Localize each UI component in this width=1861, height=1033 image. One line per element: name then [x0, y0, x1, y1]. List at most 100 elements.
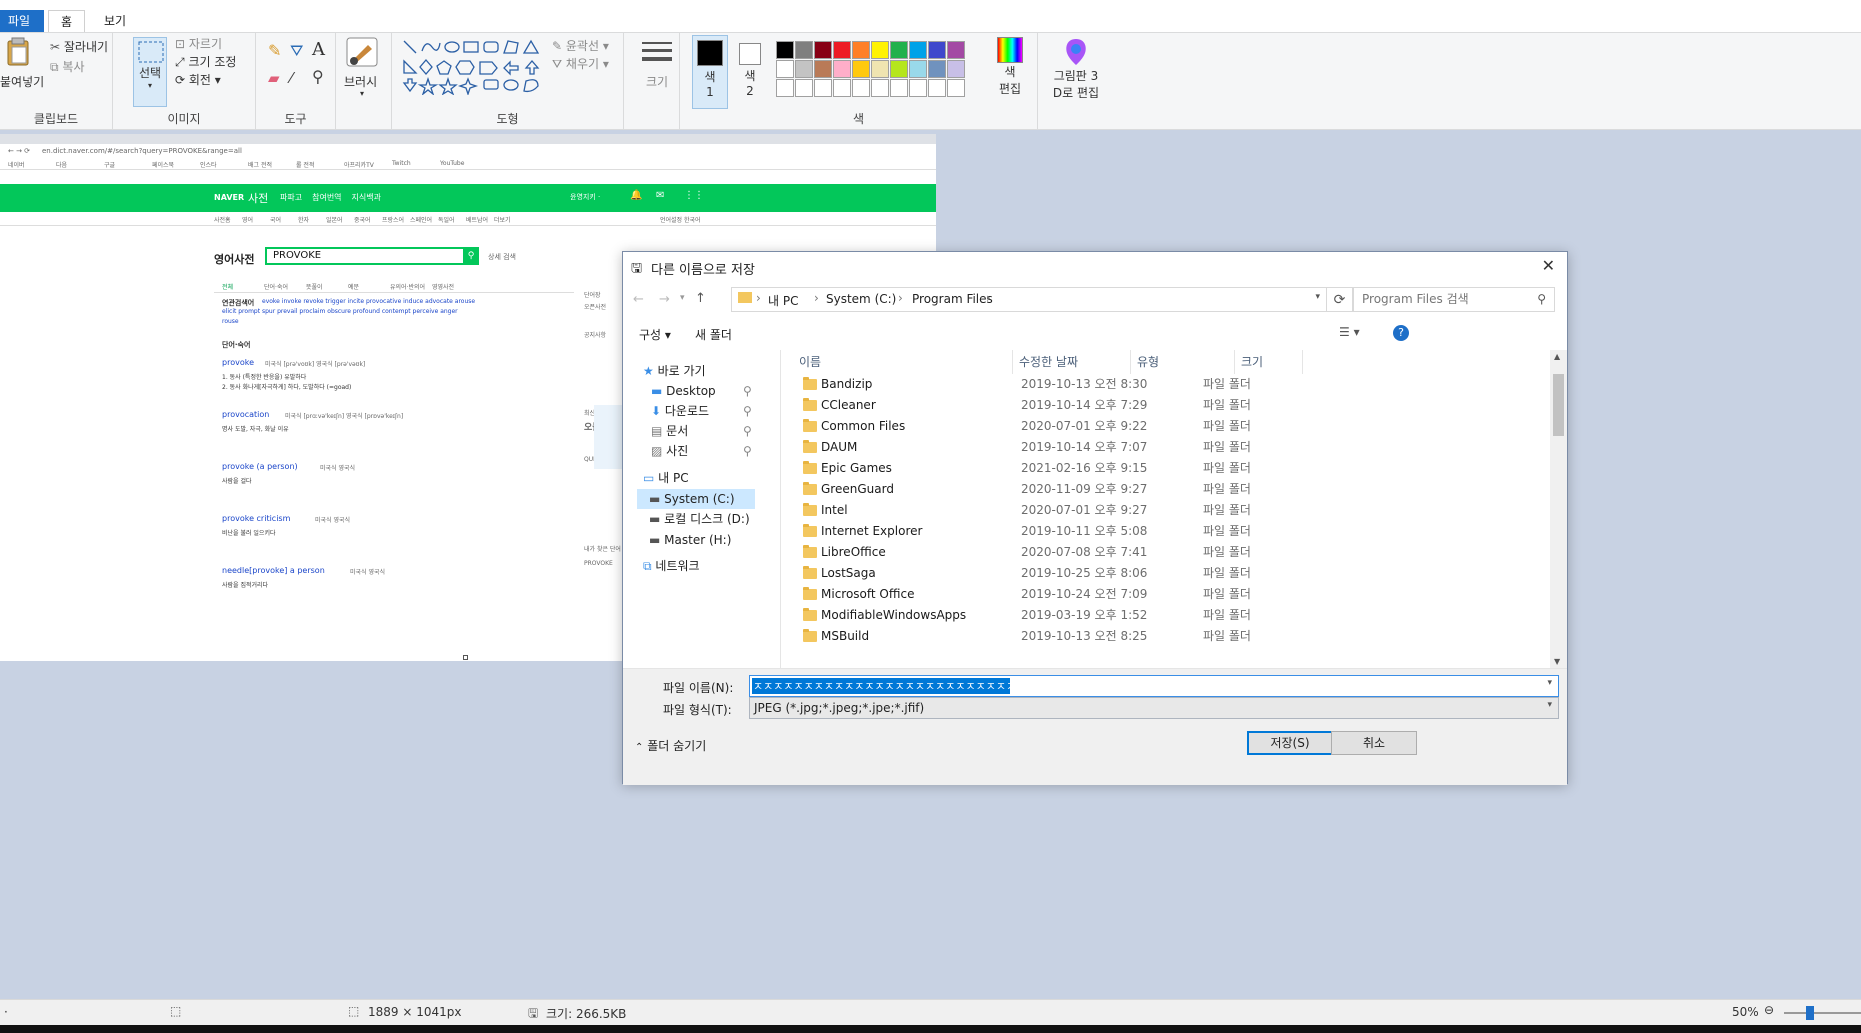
rotate-button[interactable]: ⟳ 회전 ▾ [175, 71, 221, 88]
color-swatch[interactable] [928, 41, 946, 59]
color-swatch[interactable] [776, 41, 794, 59]
copy-button[interactable]: ⧉ 복사 [50, 58, 85, 75]
cancel-button[interactable]: 취소 [1331, 731, 1417, 755]
tab-view[interactable]: 보기 [92, 10, 138, 32]
chevron-down-icon[interactable]: ▾ [1547, 700, 1552, 710]
nav-downloads[interactable]: ⬇ 다운로드 ⚲ [651, 401, 761, 421]
nav-documents[interactable]: ▤ 문서 ⚲ [651, 421, 761, 441]
save-button[interactable]: 저장(S) [1247, 731, 1333, 755]
sidebar-item[interactable]: PROVOKE [584, 560, 613, 567]
color-swatch[interactable] [909, 79, 927, 97]
nav-thispc[interactable]: ▭ 내 PC [643, 468, 689, 488]
color-swatch[interactable] [871, 41, 889, 59]
subnav-item[interactable]: 국어 [270, 215, 281, 224]
color-swatch[interactable] [909, 41, 927, 59]
nav-quick-access[interactable]: ★ 바로 가기 [643, 361, 706, 381]
subnav-item[interactable]: 프랑스어 [382, 215, 404, 224]
sidebar-item[interactable]: 공지사항 [584, 330, 606, 339]
zoom-slider[interactable] [1784, 1006, 1861, 1020]
address-bar[interactable]: › 내 PC › System (C:) › Program Files › ▾ [731, 287, 1327, 312]
bookmark-item[interactable]: 다음 [56, 160, 67, 169]
bookmark-item[interactable]: YouTube [440, 160, 464, 167]
select-button[interactable]: 선택 ▾ [133, 37, 167, 107]
color-swatch[interactable] [814, 79, 832, 97]
bookmark-item[interactable]: 네이버 [8, 160, 25, 169]
color-swatch[interactable] [852, 41, 870, 59]
entry-word[interactable]: provocation [222, 410, 269, 419]
related-words-1[interactable]: evoke invoke revoke trigger incite provo… [262, 298, 475, 305]
result-tab[interactable]: 유의어·반의어 [390, 282, 425, 291]
color-swatch[interactable] [947, 41, 965, 59]
file-row[interactable]: Microsoft Office 2019-10-24 오전 7:09 파일 폴더 [783, 584, 1553, 605]
back-arrow-icon[interactable]: ← [633, 292, 644, 307]
file-row[interactable]: Intel 2020-07-01 오후 9:27 파일 폴더 [783, 500, 1553, 521]
view-options-icon[interactable]: ☰ ▾ [1339, 325, 1360, 339]
scroll-down-icon[interactable]: ▼ [1554, 657, 1560, 666]
bookmark-item[interactable]: 배그 전적 [248, 160, 272, 169]
subnav-item[interactable]: 사전홈 [214, 215, 231, 224]
color-picker-icon[interactable]: ⁄ [290, 69, 293, 87]
color-swatch[interactable] [814, 41, 832, 59]
subnav-item[interactable]: 스페인어 [410, 215, 432, 224]
filename-input[interactable]: ㅈㅈㅈㅈㅈㅈㅈㅈㅈㅈㅈㅈㅈㅈㅈㅈㅈㅈㅈㅈㅈㅈㅈㅈㅈㅈㅈ ▾ [749, 675, 1559, 697]
subnav-item[interactable]: 독일어 [438, 215, 455, 224]
file-row[interactable]: LostSaga 2019-10-25 오후 8:06 파일 폴더 [783, 563, 1553, 584]
bookmark-item[interactable]: 구글 [104, 160, 115, 169]
crop-button[interactable]: ⊡ 자르기 [175, 35, 222, 52]
color-swatch[interactable] [833, 41, 851, 59]
naver-nav-item[interactable]: 파파고 [280, 193, 302, 202]
new-folder-button[interactable]: 새 폴더 [695, 326, 732, 343]
eraser-icon[interactable]: ▰ [268, 69, 280, 87]
result-tab[interactable]: 예문 [348, 282, 359, 291]
dict-search-box[interactable]: PROVOKE [265, 247, 478, 265]
edit-with-paint3d-button[interactable]: 그림판 3 D로 편집 [1044, 37, 1108, 101]
color-swatch[interactable] [795, 41, 813, 59]
nav-master-h[interactable]: ▬ Master (H:) [649, 530, 731, 550]
sidebar-item[interactable]: 오픈사전 [584, 302, 606, 311]
color-swatch[interactable] [871, 79, 889, 97]
breadcrumb-c[interactable]: System (C:) [826, 292, 896, 306]
color-swatch[interactable] [890, 79, 908, 97]
color-swatch[interactable] [928, 60, 946, 78]
fill-bucket-icon[interactable]: ⛛ [290, 41, 303, 61]
entry-word[interactable]: provoke criticism [222, 514, 290, 523]
column-size[interactable]: 크기 [1235, 350, 1303, 374]
color1-button[interactable]: 색 1 [692, 35, 728, 109]
file-row[interactable]: Epic Games 2021-02-16 오후 9:15 파일 폴더 [783, 458, 1553, 479]
zoom-slider-thumb[interactable] [1806, 1006, 1814, 1020]
color2-button[interactable]: 색 2 [734, 35, 766, 109]
column-type[interactable]: 유형 [1131, 350, 1235, 374]
nav-network[interactable]: ⧉ 네트워크 [643, 556, 700, 576]
brushes-button[interactable] [346, 37, 378, 67]
cut-button[interactable]: ✂ 잘라내기 [50, 38, 108, 55]
file-row[interactable]: Bandizip 2019-10-13 오전 8:30 파일 폴더 [783, 374, 1553, 395]
dict-search-button[interactable]: ⚲ [463, 247, 479, 265]
subnav-item[interactable]: 일본어 [326, 215, 343, 224]
result-tab[interactable]: 단어·숙어 [264, 282, 288, 291]
outline-button[interactable]: ✎ 윤곽선 ▾ [552, 37, 609, 54]
hide-folders-toggle[interactable]: ⌃ 폴더 숨기기 [635, 737, 706, 754]
nav-pictures[interactable]: ▨ 사진 ⚲ [651, 441, 761, 461]
subnav-item[interactable]: 한자 [298, 215, 309, 224]
color-swatch[interactable] [890, 41, 908, 59]
color-swatch[interactable] [871, 60, 889, 78]
column-name[interactable]: 이름 [793, 350, 1013, 374]
up-arrow-icon[interactable]: ↑ [695, 291, 706, 306]
recent-locations-icon[interactable]: ▾ [680, 293, 685, 303]
color-swatch[interactable] [776, 79, 794, 97]
paste-label[interactable]: 붙여넣기 [0, 73, 44, 90]
file-row[interactable]: DAUM 2019-10-14 오후 7:07 파일 폴더 [783, 437, 1553, 458]
color-swatch[interactable] [795, 60, 813, 78]
naver-nav-item[interactable]: 참여번역 [312, 193, 341, 202]
breadcrumb-program-files[interactable]: Program Files [912, 292, 993, 306]
scrollbar-thumb[interactable] [1553, 374, 1564, 436]
chevron-down-icon[interactable]: ▾ [1315, 292, 1320, 302]
sidebar-item[interactable]: 단어장 [584, 290, 601, 299]
bookmark-item[interactable]: 인스타 [200, 160, 217, 169]
subnav-item[interactable]: 중국어 [354, 215, 371, 224]
paste-button[interactable] [6, 37, 30, 67]
result-tab[interactable]: 영영사전 [432, 282, 454, 291]
color-swatch[interactable] [890, 60, 908, 78]
canvas-resize-handle[interactable] [463, 655, 468, 660]
sidebar-item[interactable]: 내가 찾은 단어 [584, 544, 621, 553]
